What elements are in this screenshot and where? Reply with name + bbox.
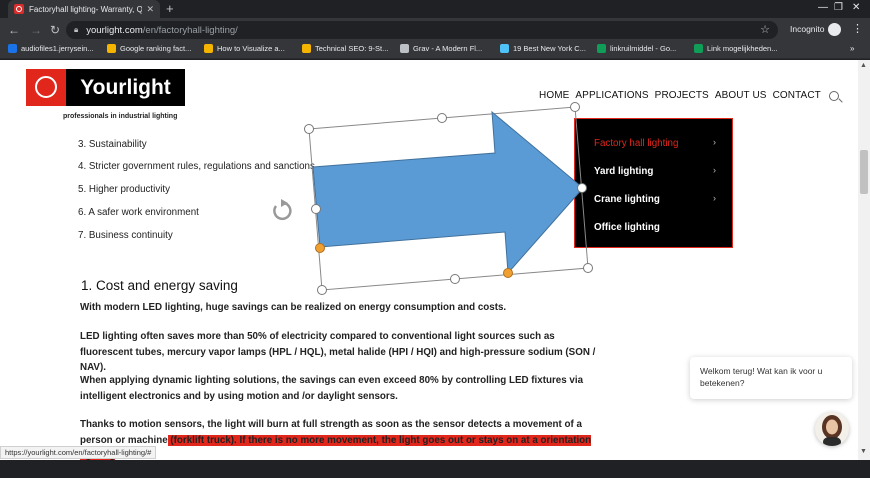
- bookmark-item[interactable]: 19 Best New York C...: [500, 44, 586, 53]
- browser-tab[interactable]: Factoryhall lighting- Warranty, Q ✕: [8, 0, 160, 18]
- address-bar[interactable]: 🔒︎ yourlight.com/en/factoryhall-lighting…: [66, 21, 778, 39]
- grid-icon: [302, 44, 311, 53]
- bookmark-item[interactable]: Google ranking fact...: [107, 44, 191, 53]
- bookmark-label: linkruilmiddel - Go...: [610, 44, 677, 53]
- browser-toolbar: ← → ↻ 🔒︎ yourlight.com/en/factoryhall-li…: [0, 18, 870, 42]
- resize-handle[interactable]: [450, 274, 460, 284]
- adjust-handle[interactable]: [315, 243, 325, 253]
- url-path: /en/factoryhall-lighting/: [142, 24, 238, 36]
- bookmark-item[interactable]: Link mogelijkheden...: [694, 44, 777, 53]
- reload-icon[interactable]: ↻: [50, 22, 60, 38]
- grid-icon: [107, 44, 116, 53]
- bookmark-label: Link mogelijkheden...: [707, 44, 778, 53]
- agent-portrait-icon: [822, 415, 842, 446]
- url-host: yourlight.com: [86, 24, 143, 36]
- resize-handle[interactable]: [304, 124, 314, 134]
- restore-icon[interactable]: ❐: [834, 0, 843, 16]
- window-bottom-edge: [0, 460, 870, 478]
- link-icon: [500, 44, 509, 53]
- site-favicon-icon: [14, 4, 24, 14]
- close-window-icon[interactable]: ✕: [852, 0, 860, 16]
- bookmark-label: How to Visualize a...: [217, 44, 285, 53]
- browser-titlebar: Factoryhall lighting- Warranty, Q ✕ + — …: [0, 0, 870, 18]
- scroll-down-icon[interactable]: ▼: [860, 448, 867, 455]
- incognito-label: Incognito: [790, 24, 825, 34]
- grav-icon: [400, 44, 409, 53]
- resize-handle[interactable]: [311, 204, 321, 214]
- page-scrollbar[interactable]: ▲ ▼: [858, 60, 870, 460]
- bookmark-item[interactable]: Grav - A Modern Fl...: [400, 44, 482, 53]
- resize-handle[interactable]: [577, 183, 587, 193]
- chat-agent-avatar[interactable]: [815, 412, 849, 446]
- sheet-icon: [597, 44, 606, 53]
- bookmark-item[interactable]: How to Visualize a...: [204, 44, 285, 53]
- bookmark-item[interactable]: Technical SEO: 9-St...: [302, 44, 388, 53]
- back-icon[interactable]: ←: [8, 22, 20, 38]
- bookmarks-bar: audiofiles1.jerrysein... Google ranking f…: [0, 42, 870, 59]
- blue-arrow-shape[interactable]: [312, 110, 584, 275]
- bookmark-label: Grav - A Modern Fl...: [413, 44, 483, 53]
- bookmark-label: audiofiles1.jerrysein...: [21, 44, 94, 53]
- rotate-handle-icon[interactable]: [273, 199, 292, 221]
- chat-greeting-bubble[interactable]: Welkom terug! Wat kan ik voor u betekene…: [690, 357, 852, 399]
- new-tab-icon[interactable]: +: [166, 0, 174, 18]
- resize-handle[interactable]: [317, 285, 327, 295]
- arrow-shape-overlay: [273, 102, 593, 295]
- lock-icon: 🔒︎: [74, 25, 79, 34]
- resize-handle[interactable]: [583, 263, 593, 273]
- web-page: Yourlight professionals in industrial li…: [0, 60, 858, 460]
- bookmark-label: 19 Best New York C...: [513, 44, 586, 53]
- audio-icon: [8, 44, 17, 53]
- bookmarks-more-icon[interactable]: »: [850, 44, 854, 53]
- bookmark-label: Technical SEO: 9-St...: [315, 44, 389, 53]
- adjust-handle[interactable]: [503, 268, 513, 278]
- bookmark-label: Google ranking fact...: [120, 44, 192, 53]
- incognito-icon[interactable]: [828, 23, 841, 36]
- resize-handle[interactable]: [437, 113, 447, 123]
- bookmark-star-icon[interactable]: ☆: [760, 23, 770, 36]
- forward-icon[interactable]: →: [30, 22, 42, 38]
- scroll-thumb[interactable]: [860, 150, 868, 194]
- minimize-icon[interactable]: —: [818, 0, 828, 16]
- tab-close-icon[interactable]: ✕: [146, 4, 154, 15]
- tab-title: Factoryhall lighting- Warranty, Q: [29, 4, 143, 14]
- grid-icon: [204, 44, 213, 53]
- status-url: https://yourlight.com/en/factoryhall-lig…: [0, 446, 157, 459]
- resize-handle[interactable]: [570, 102, 580, 112]
- bookmark-item[interactable]: linkruilmiddel - Go...: [597, 44, 676, 53]
- scroll-up-icon[interactable]: ▲: [860, 62, 867, 69]
- menu-dots-icon[interactable]: ⋮: [852, 22, 863, 35]
- bookmark-item[interactable]: audiofiles1.jerrysein...: [8, 44, 94, 53]
- sheet-icon: [694, 44, 703, 53]
